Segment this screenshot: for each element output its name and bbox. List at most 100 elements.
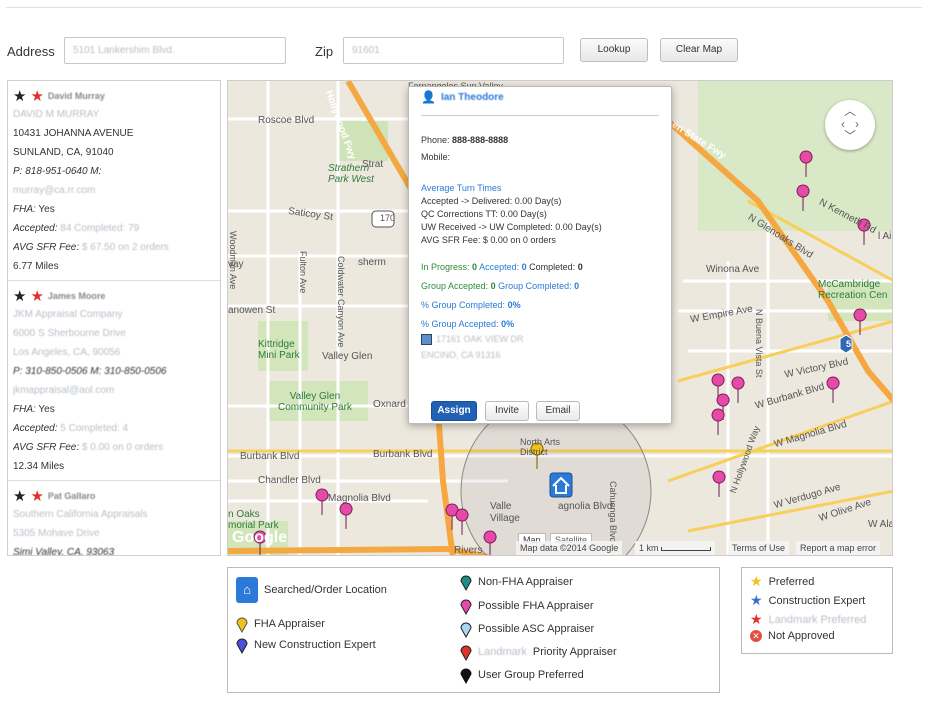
possible-fha-pin-icon <box>460 599 472 615</box>
lookup-button[interactable]: Lookup <box>580 38 648 62</box>
yellow-star-icon: ★ <box>750 573 763 589</box>
possible-asc-pin-icon <box>460 622 472 638</box>
progress-stats: In Progress: 0 Accepted: 0 Completed: 0 <box>421 262 583 272</box>
turn-time: UW Received -> UW Completed: 0.00 Day(s) <box>421 222 602 232</box>
star-icon[interactable]: ★ <box>13 89 26 104</box>
assign-button[interactable]: Assign <box>431 401 477 421</box>
result-card[interactable]: ★ ★ David Murray DAVID M MURRAY 10431 JO… <box>8 81 220 281</box>
company: DAVID M MURRAY <box>13 109 100 120</box>
popup-address-line2: ENCINO, CA 91316 <box>421 350 501 360</box>
landmark-star-icon[interactable]: ★ <box>30 89 43 104</box>
fee-label: AVG SFR Fee: <box>13 242 80 253</box>
report-error-link[interactable]: Report a map error <box>796 541 881 555</box>
company: Southern California Appraisals <box>13 509 148 520</box>
street: 6000 S Sherbourne Drive <box>13 328 126 339</box>
map-label: Fulton Ave <box>298 251 308 294</box>
map-label: Valley Glen Community Park <box>278 391 352 413</box>
appraiser-name[interactable]: David Murray <box>48 91 105 101</box>
map-label: N Buena Vista St <box>754 309 764 378</box>
legend-possible-asc: Possible ASC Appraiser <box>460 620 594 638</box>
map-label: Oxnard <box>373 399 406 410</box>
legend-landmark-priority: Landmark Priority Appraiser <box>460 643 617 661</box>
legend-preferred: ★ Preferred <box>750 573 815 589</box>
legend-construction: ★ Construction Expert <box>750 592 866 608</box>
map-label: anowen St <box>228 305 276 316</box>
street: 5305 Mohave Drive <box>13 528 100 539</box>
turn-times-title: Average Turn Times <box>421 183 502 193</box>
map-label: agnolia Blvd <box>558 501 613 512</box>
map-label: Strat <box>362 159 384 170</box>
popup-appraiser-name[interactable]: Ian Theodore <box>441 92 504 103</box>
red-star-icon: ★ <box>750 611 763 627</box>
top-divider <box>6 7 922 8</box>
pan-down-icon[interactable]: ﹀ <box>825 130 875 143</box>
map-label: Winona Ave <box>706 264 760 275</box>
results-list[interactable]: ★ ★ David Murray DAVID M MURRAY 10431 JO… <box>7 80 221 556</box>
accepted-value: 84 Completed: 79 <box>60 223 140 234</box>
clear-map-button[interactable]: Clear Map <box>660 38 738 62</box>
map-label: Chandler Blvd <box>258 475 321 486</box>
pin-legend: ⌂ Searched/Order Location FHA Appraiser … <box>227 567 720 693</box>
map-label: W Ala <box>868 519 893 530</box>
landmark-star-icon[interactable]: ★ <box>30 289 43 304</box>
google-logo: Google <box>232 529 288 546</box>
distance: 12.34 Miles <box>13 461 65 472</box>
legend-landmark: ★ Landmark Preferred <box>750 611 867 627</box>
map-thumbnail-icon <box>421 334 432 345</box>
map-label: Burbank Blvd <box>240 451 300 462</box>
star-icon[interactable]: ★ <box>13 289 26 304</box>
map-label: vay <box>228 259 244 270</box>
not-approved-icon: ✕ <box>750 630 762 642</box>
popup-phone-label: Phone: <box>421 135 450 145</box>
home-marker-icon: ⌂ <box>236 577 258 603</box>
non-fha-pin-icon <box>460 575 472 591</box>
fee-label: AVG SFR Fee: <box>13 442 80 453</box>
fha-label: FHA: <box>13 404 36 415</box>
map-label: sherm <box>358 257 386 268</box>
pan-control[interactable]: ︿ ‹ › ﹀ <box>825 100 875 150</box>
map-label: Rivers <box>454 545 483 556</box>
street: 10431 JOHANNA AVENUE <box>13 128 134 139</box>
zip-input[interactable]: 91601 <box>343 37 564 64</box>
map-label: Coldwater Canyon Ave <box>336 256 346 348</box>
pct-group-completed: % Group Completed: 0% <box>421 300 521 310</box>
accepted-value: 5 Completed: 4 <box>60 423 129 434</box>
invite-button[interactable]: Invite <box>485 401 529 421</box>
phone: P: 818-951-0640 M: <box>13 166 102 177</box>
star-icon[interactable]: ★ <box>13 489 26 504</box>
legend-non-fha: Non-FHA Appraiser <box>460 573 573 591</box>
accepted-label: Accepted: <box>13 423 58 434</box>
city: Los Angeles, CA, 90056 <box>13 347 121 358</box>
landmark-star-icon[interactable]: ★ <box>30 489 43 504</box>
appraiser-name[interactable]: Pat Gallaro <box>48 491 96 501</box>
new-construction-pin-icon <box>236 638 248 654</box>
map-label: Roscoe Blvd <box>258 115 315 126</box>
appraiser-info-popup: 👤 Ian Theodore Phone: 888-888-8888 Mobil… <box>408 86 672 424</box>
legend-possible-fha: Possible FHA Appraiser <box>460 597 594 615</box>
result-card[interactable]: ★ ★ James Moore JKM Appraisal Company 60… <box>8 281 220 481</box>
address-label: Address <box>7 44 55 59</box>
appraiser-name[interactable]: James Moore <box>48 291 106 301</box>
result-card[interactable]: ★ ★ Pat Gallaro Southern California Appr… <box>8 481 220 556</box>
map-canvas[interactable]: Roscoe Blvd Hollywood Fwy Strathern Park… <box>227 80 893 556</box>
legend-fha: FHA Appraiser <box>236 615 325 633</box>
turn-time: QC Corrections TT: 0.00 Day(s) <box>421 209 547 219</box>
popup-address-line1: 17161 OAK VIEW DR <box>436 334 524 344</box>
user-group-pin-icon <box>460 668 472 684</box>
map-label: Burbank Blvd <box>373 449 433 460</box>
map-label: Village <box>490 513 520 524</box>
route-5: 5 <box>846 339 852 349</box>
map-label: Kittridge Mini Park <box>258 339 300 361</box>
pan-up-icon[interactable]: ︿ <box>825 100 875 118</box>
fha-value: Yes <box>38 404 55 415</box>
terms-link[interactable]: Terms of Use <box>728 541 790 555</box>
map-scale: 1 km <box>635 541 716 555</box>
phone: P: 310-850-0506 M: 310-850-0506 <box>13 366 167 377</box>
blue-star-icon: ★ <box>750 592 763 608</box>
legend-user-group: User Group Preferred <box>460 666 584 684</box>
fha-label: FHA: <box>13 204 36 215</box>
email-button[interactable]: Email <box>536 401 580 421</box>
distance: 6.77 Miles <box>13 261 59 272</box>
map-label: l Ai <box>878 231 892 242</box>
address-input[interactable]: 5101 Lankershim Blvd. <box>64 37 286 64</box>
